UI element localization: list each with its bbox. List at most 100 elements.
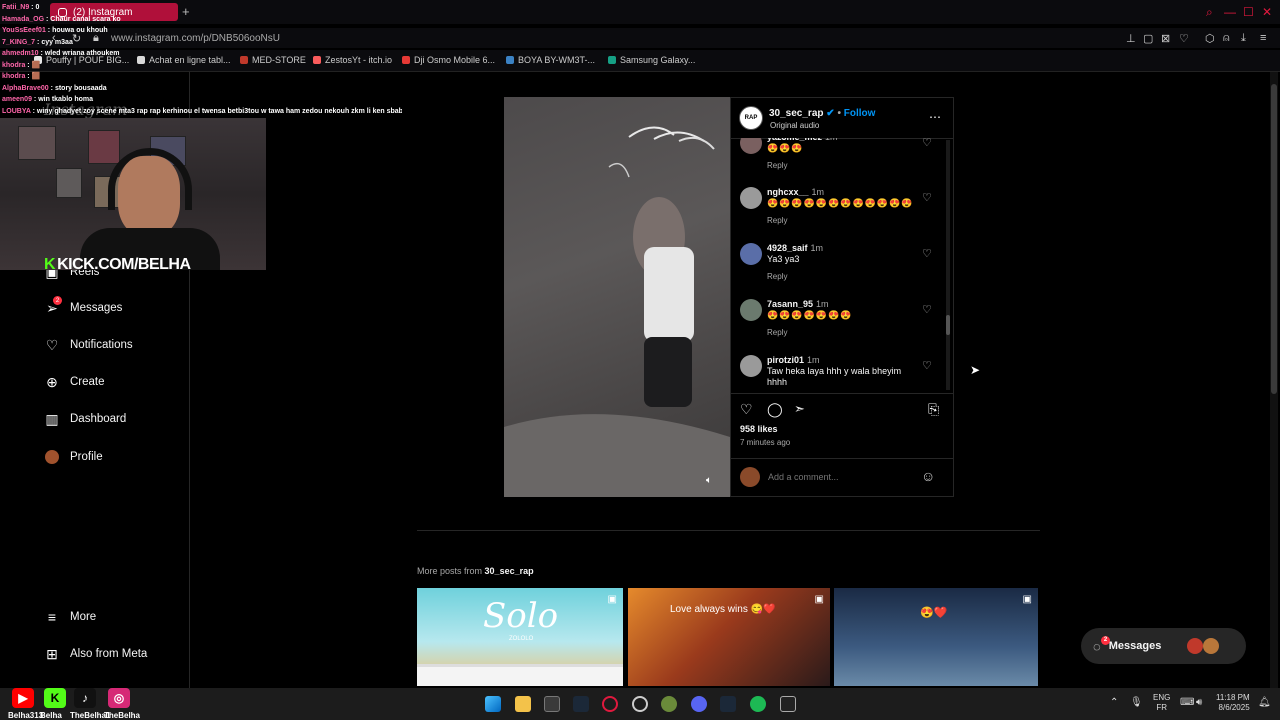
sidebar-item-notifications[interactable]: ♡ Notifications [44, 337, 133, 353]
mute-icon[interactable]: 🔈︎ [706, 475, 712, 486]
messages-badge: 2 [53, 296, 62, 305]
sidebar-item-also-from-meta[interactable]: ⊞ Also from Meta [44, 646, 147, 662]
language-indicator[interactable]: ENG FR [1153, 693, 1170, 713]
more-post-thumb[interactable]: Love always wins 😋❤️ ▣ [628, 588, 830, 686]
network-icon[interactable]: ⌨ [1180, 697, 1194, 708]
add-comment-input[interactable] [768, 470, 908, 484]
plus-square-icon: ⊕ [46, 373, 58, 390]
follow-button[interactable]: Follow [844, 108, 876, 119]
chat-text: 🟫 [31, 73, 41, 80]
commenter-avatar[interactable] [740, 187, 762, 209]
reply-button[interactable]: Reply [767, 272, 787, 281]
sidebar-item-messages[interactable]: ➢ 2 Messages [44, 296, 122, 316]
page-scrollbar[interactable] [1270, 72, 1278, 688]
sidebar-item-profile[interactable]: Profile [44, 449, 103, 465]
social-handle: Belha [40, 711, 62, 720]
comment-like-icon[interactable]: ♡ [922, 191, 932, 204]
opera-gx-icon[interactable] [602, 696, 618, 712]
video-frame [504, 126, 730, 497]
more-post-thumb[interactable]: Solo ZOLOLO ▣ [417, 588, 623, 686]
mouse-cursor-icon: ➤ [970, 363, 981, 377]
spotify-icon[interactable] [750, 696, 766, 712]
comment-item: 4928_saif 1m Ya3 ya3 Reply ♡ [740, 243, 940, 293]
file-explorer-icon[interactable] [515, 696, 531, 712]
thumb-caption: 😍❤️ [920, 607, 948, 619]
chat-text: story bousaada [54, 84, 107, 92]
chat-text: Chaûr canal scara ko [50, 15, 121, 23]
heart-outline-icon[interactable]: ♡ [1179, 32, 1189, 45]
comment-like-icon[interactable]: ♡ [922, 303, 932, 316]
maximize-icon[interactable]: ☐ [1243, 5, 1254, 19]
post-author[interactable]: 30_sec_rap ✔ • Follow [769, 108, 875, 119]
minimize-icon[interactable]: — [1224, 5, 1236, 19]
post-video[interactable]: 🔈︎ [504, 97, 730, 497]
comment-icon[interactable]: ◯ [767, 401, 783, 418]
snapshot-icon[interactable]: ▢ [1143, 32, 1153, 45]
commenter-avatar[interactable] [740, 299, 762, 321]
tray-chevron-icon[interactable]: ⌃ [1110, 697, 1118, 708]
commenter-avatar[interactable] [740, 355, 762, 377]
social-handle: Belha313 [8, 711, 44, 720]
bookmark-item[interactable]: BOYA BY-WM3T-... [506, 55, 595, 65]
account-icon[interactable]: ⍝ [1223, 32, 1230, 45]
chat-message: 7_KING_7 : cyy m3aa [2, 38, 73, 46]
more-post-thumb[interactable]: 😍❤️ ▣ [834, 588, 1038, 686]
emoji-icon[interactable]: ☺ [921, 468, 935, 484]
bookmark-item[interactable]: Samsung Galaxy... [608, 55, 695, 65]
comment-text: Taw heka laya hhh y wala bheyim hhhh [767, 366, 902, 387]
commenter-name[interactable]: pirotzi01 1m [767, 355, 820, 365]
commenter-avatar[interactable] [740, 243, 762, 265]
messages-floating-button[interactable]: ◌ 2 Messages [1081, 628, 1246, 664]
volume-icon[interactable]: 🔊︎ [1196, 697, 1202, 708]
obs-icon[interactable] [632, 696, 648, 712]
store-icon[interactable] [544, 696, 560, 712]
chat-message: AlphaBrave00 : story bousaada [2, 84, 107, 92]
reply-button[interactable]: Reply [767, 328, 787, 337]
comments-scrollbar[interactable] [946, 140, 950, 390]
verified-icon: ✔ [826, 108, 835, 119]
author-avatar[interactable]: RAP [739, 106, 763, 130]
avatar [1203, 638, 1220, 654]
comment-like-icon[interactable]: ♡ [922, 247, 932, 260]
windows-start-icon[interactable] [485, 696, 501, 712]
like-icon[interactable]: ♡ [740, 401, 753, 418]
commenter-name[interactable]: 4928_saif 1m [767, 243, 823, 253]
chat-message: Fatii_N9 : 0 [2, 4, 40, 11]
microphone-icon[interactable]: 🎙︎ [1130, 697, 1143, 708]
chat-username: khodra [2, 73, 26, 80]
app-icon[interactable] [780, 696, 796, 712]
extensions-icon[interactable]: ⬡ [1205, 32, 1215, 45]
clock[interactable]: 11:18 PM 8/6/2025 [1216, 693, 1250, 713]
commenter-name[interactable]: 7asann_95 1m [767, 299, 829, 309]
menu-icon[interactable]: ≡ [1260, 32, 1266, 44]
sidebar-item-more[interactable]: ≡ More [44, 609, 96, 625]
reply-button[interactable]: Reply [767, 161, 787, 170]
discord-icon[interactable] [691, 696, 707, 712]
steam-icon[interactable] [573, 696, 589, 712]
close-icon[interactable]: ✕ [1262, 5, 1272, 19]
divider [730, 458, 954, 459]
sidebar-item-create[interactable]: ⊕ Create [44, 373, 104, 390]
steam-icon[interactable] [720, 696, 736, 712]
sidebar-item-dashboard[interactable]: ▥ Dashboard [44, 411, 126, 427]
instagram-icon[interactable]: ◎ [108, 688, 130, 708]
app-icon[interactable] [661, 696, 677, 712]
more-posts-author[interactable]: 30_sec_rap [485, 566, 534, 576]
comment-like-icon[interactable]: ♡ [922, 359, 932, 372]
pin-icon[interactable]: ⊥ [1126, 32, 1136, 45]
post-audio[interactable]: Original audio [770, 121, 819, 130]
search-icon[interactable]: ⌕ [1206, 5, 1213, 20]
likes-count[interactable]: 958 likes [740, 424, 778, 434]
bookmark-item[interactable]: Dji Osmo Mobile 6... [402, 55, 495, 65]
youtube-icon[interactable]: ▶ [12, 688, 34, 708]
shield-icon[interactable]: ⊠ [1161, 32, 1170, 45]
reply-button[interactable]: Reply [767, 216, 787, 225]
save-icon[interactable]: ⎘ [928, 401, 939, 418]
share-icon[interactable]: ➣ [794, 401, 805, 417]
tiktok-icon[interactable]: ♪ [74, 688, 96, 708]
download-icon[interactable]: ⤓ [1241, 32, 1246, 45]
kick-icon[interactable]: K [44, 688, 66, 708]
more-options-icon[interactable]: ⋯ [929, 110, 941, 124]
notifications-icon[interactable]: 🔔︎ [1258, 697, 1271, 708]
commenter-name[interactable]: nghcxx__ 1m [767, 187, 824, 197]
